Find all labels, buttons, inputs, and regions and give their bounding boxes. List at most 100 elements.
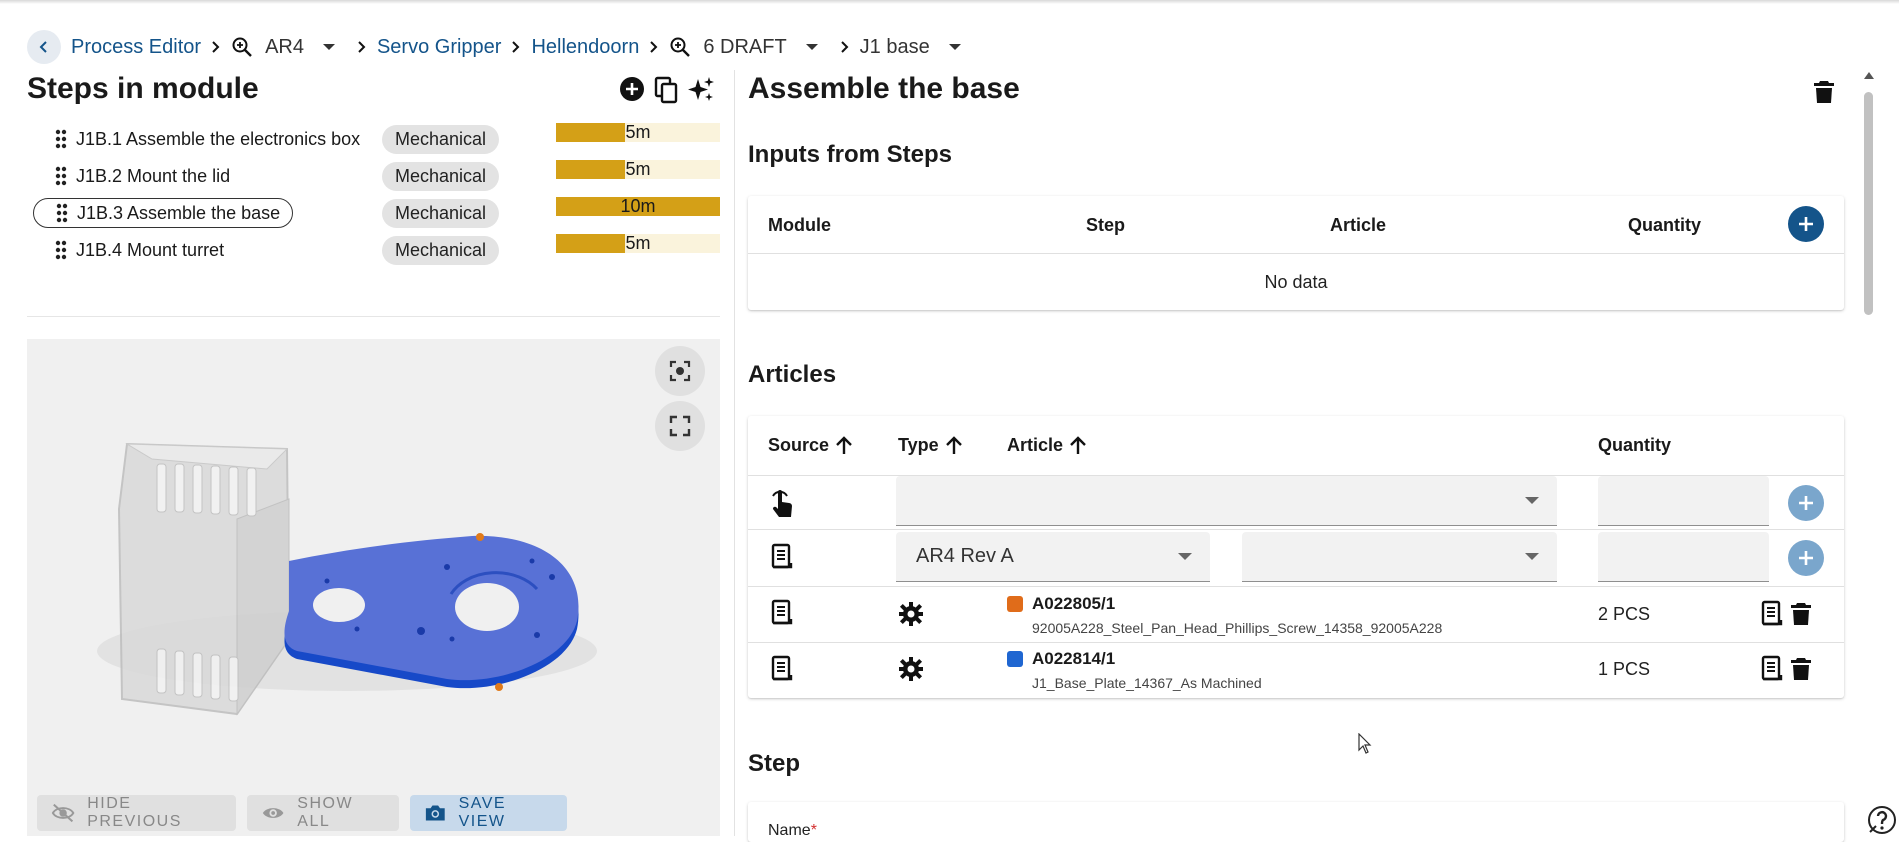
breadcrumb-product[interactable]: Servo Gripper [377, 36, 502, 59]
col-quantity: Quantity [1628, 215, 1702, 235]
article-select[interactable] [896, 476, 1557, 526]
delete-article-button[interactable] [1791, 602, 1811, 626]
model-viewer[interactable] [27, 339, 720, 836]
fullscreen-icon [669, 415, 691, 437]
chevron-down-icon[interactable] [322, 42, 336, 52]
duration-label: 5m [625, 122, 651, 142]
bom-document-icon [770, 543, 794, 571]
chevron-left-icon [39, 41, 47, 53]
col-step: Step [1086, 215, 1126, 235]
step-row[interactable]: J1B.4 Mount turret [33, 235, 293, 265]
add-article-button[interactable] [1788, 485, 1824, 521]
fullscreen-button[interactable] [655, 401, 705, 451]
category-chip: Mechanical [382, 162, 499, 191]
col-source[interactable]: Source [768, 435, 853, 456]
add-bom-article-button[interactable] [1788, 540, 1824, 576]
article-description: 92005A228_Steel_Pan_Head_Phillips_Screw_… [1032, 620, 1443, 636]
back-button[interactable] [27, 30, 61, 64]
add-circle-icon[interactable] [619, 76, 645, 109]
variant-select[interactable]: AR4 Rev A [896, 532, 1210, 582]
drag-handle-icon[interactable] [55, 240, 67, 260]
sparkle-icon[interactable] [687, 76, 715, 109]
sort-up-icon [836, 435, 852, 454]
zoom-icon[interactable] [231, 36, 253, 58]
step-item[interactable]: J1B.2 Mount the lid [33, 161, 293, 191]
bom-link-button[interactable] [1760, 655, 1784, 683]
save-view-button[interactable]: SAVE VIEW [410, 795, 567, 831]
drag-handle-icon[interactable] [55, 166, 67, 186]
show-all-button[interactable]: SHOW ALL [247, 795, 399, 831]
breadcrumb-version[interactable]: 6 DRAFT [703, 36, 786, 59]
article-quantity: 2 PCS [1598, 604, 1651, 624]
delete-step-button[interactable] [1814, 80, 1834, 109]
chevron-down-icon[interactable] [805, 42, 819, 52]
help-icon [1868, 806, 1896, 834]
chevron-right-icon [210, 40, 222, 54]
col-quantity: Quantity [1598, 435, 1672, 455]
save-view-label: SAVE VIEW [458, 795, 507, 830]
zoom-icon[interactable] [669, 36, 691, 58]
bom-document-icon [1761, 600, 1783, 626]
articles-section-title: Articles [748, 361, 837, 388]
hide-previous-label: HIDE PREVIOUS [87, 795, 182, 830]
model-render [97, 442, 597, 716]
divider [27, 316, 720, 317]
bom-document-icon [770, 655, 794, 683]
step-row[interactable]: J1B.3 Assemble the base [33, 198, 293, 228]
col-article[interactable]: Article [1007, 435, 1087, 456]
step-item[interactable]: J1B.1 Assemble the electronics box [33, 124, 360, 154]
col-type[interactable]: Type [898, 435, 963, 456]
scrollbar-thumb[interactable] [1864, 92, 1873, 315]
chevron-down-icon[interactable] [948, 42, 962, 52]
row-divider [748, 529, 1844, 530]
gear-icon [898, 601, 924, 627]
plus-icon [1799, 496, 1813, 510]
sort-up-icon [945, 435, 962, 454]
drag-handle-icon[interactable] [56, 203, 68, 223]
plus-icon [1799, 551, 1813, 565]
duration-label: 5m [625, 159, 651, 179]
article-code: A022805/1 [1032, 594, 1116, 613]
breadcrumb-site[interactable]: Hellendoorn [531, 36, 639, 59]
breadcrumb-project[interactable]: Process Editor [71, 36, 201, 59]
duration-label: 10m [620, 196, 656, 216]
step-form-card: Name* [748, 802, 1844, 842]
duration-bar: 10m [556, 197, 720, 216]
add-input-button[interactable] [1788, 206, 1824, 242]
col-article: Article [1330, 215, 1387, 235]
step-row[interactable]: J1B.2 Mount the lid [33, 161, 293, 191]
drag-handle-icon[interactable] [55, 129, 67, 149]
focus-view-button[interactable] [655, 346, 705, 396]
color-swatch [1007, 651, 1023, 667]
row-divider [748, 642, 1844, 643]
copy-icon[interactable] [653, 76, 679, 109]
caret-down-icon [1525, 497, 1539, 504]
trash-icon [1791, 603, 1811, 625]
center-focus-icon [669, 360, 691, 382]
eye-off-icon [51, 803, 75, 823]
bom-article-select[interactable] [1242, 532, 1557, 582]
bom-document-icon [1761, 655, 1783, 681]
inputs-section-title: Inputs from Steps [748, 141, 953, 168]
bom-link-button[interactable] [1760, 600, 1784, 628]
quantity-input[interactable] [1598, 476, 1769, 526]
required-mark: * [810, 822, 817, 839]
delete-article-button[interactable] [1791, 657, 1811, 681]
breadcrumb-module[interactable]: J1 base [860, 36, 930, 59]
row-divider [748, 586, 1844, 587]
help-button[interactable] [1866, 804, 1896, 839]
scroll-up-icon [1864, 72, 1874, 79]
hide-previous-button[interactable]: HIDE PREVIOUS [37, 795, 236, 831]
category-chip: Mechanical [382, 236, 499, 265]
caret-down-icon [1525, 553, 1539, 560]
inputs-table: Module Step Article Quantity No data [748, 196, 1844, 310]
chevron-right-icon [648, 40, 660, 54]
breadcrumb-variant[interactable]: AR4 [265, 36, 304, 59]
category-chip: Mechanical [382, 199, 499, 228]
step-item[interactable]: J1B.4 Mount turret [33, 235, 293, 265]
step-row[interactable]: J1B.1 Assemble the electronics box [33, 124, 360, 154]
chevron-right-icon [356, 40, 368, 54]
step-item-active[interactable]: J1B.3 Assemble the base [33, 198, 293, 228]
name-field-label: Name* [768, 822, 817, 839]
bom-quantity-input[interactable] [1598, 532, 1769, 582]
